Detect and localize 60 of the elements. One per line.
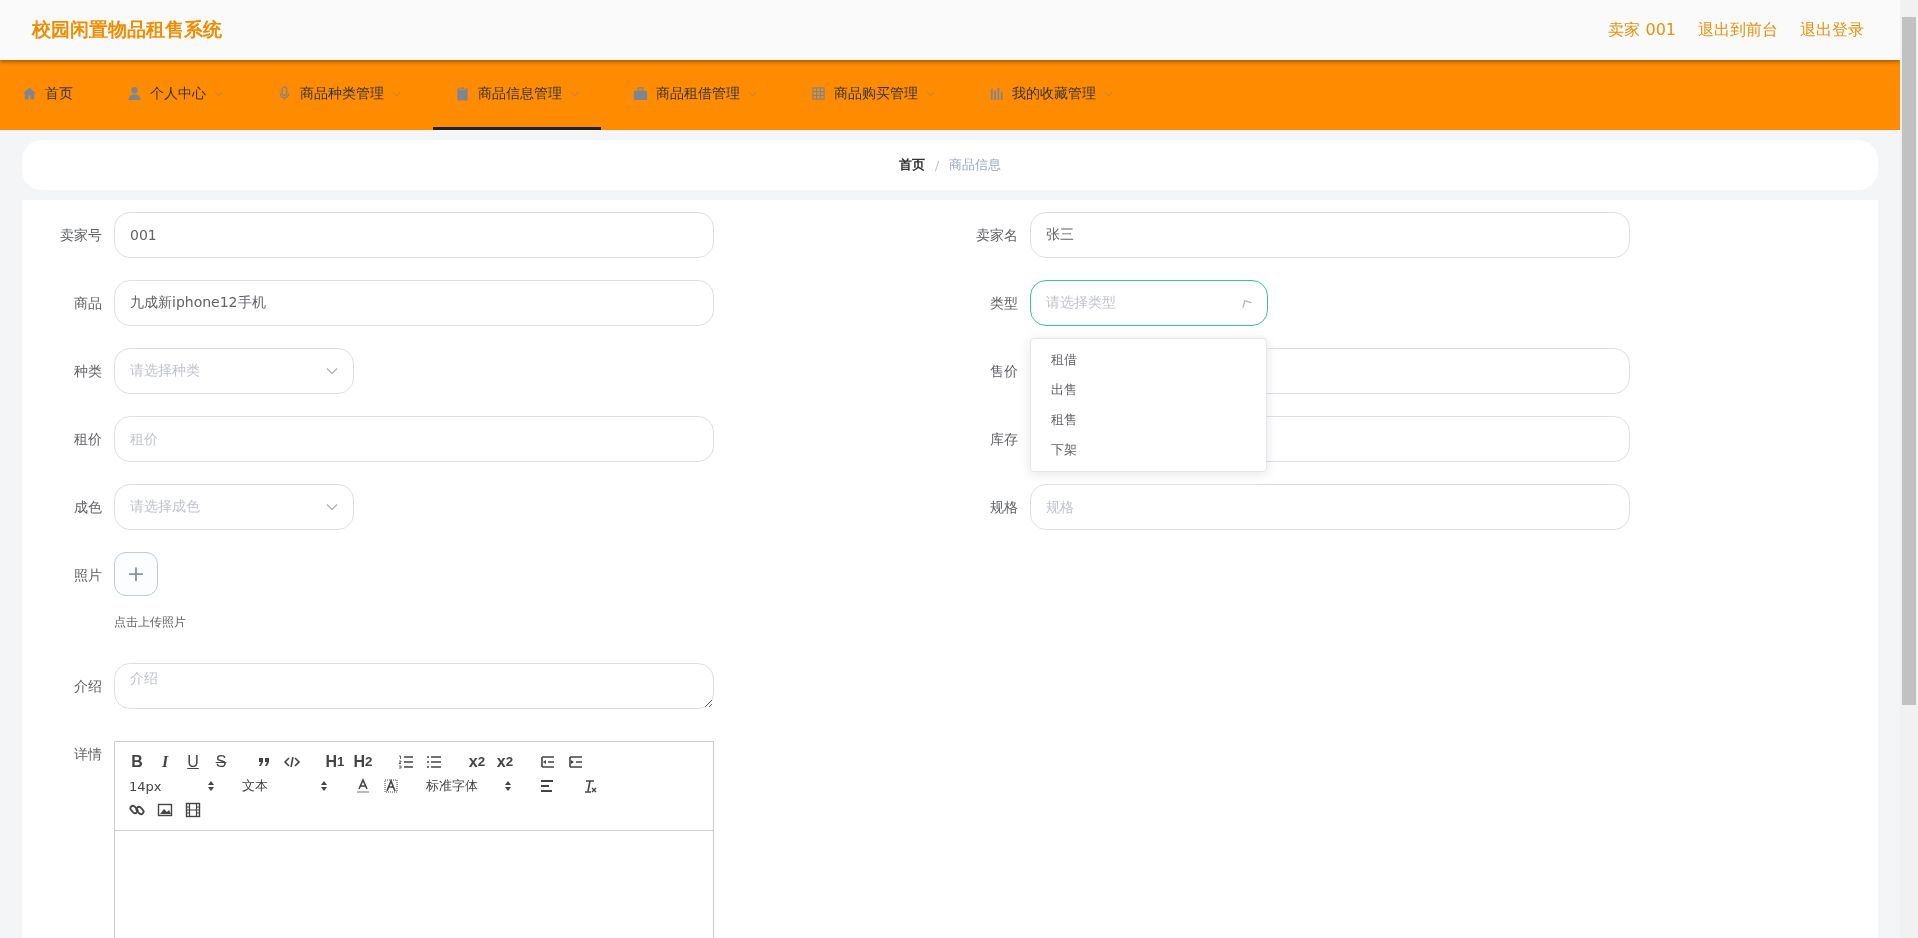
chevron-icon — [326, 503, 338, 511]
chevron-down-icon — [392, 90, 401, 97]
dropdown-option[interactable]: 租售 — [1031, 405, 1266, 435]
text-field[interactable]: 001 — [114, 212, 714, 258]
dropdown-option[interactable]: 出售 — [1031, 375, 1266, 405]
field-label: 售价 — [989, 362, 1019, 381]
microphone-icon — [277, 86, 292, 101]
text-field[interactable]: 规格 — [1030, 484, 1630, 530]
chevron-down-icon — [570, 90, 579, 97]
nav-menu-item[interactable]: 首页 — [20, 60, 95, 130]
field-label: 介绍 — [73, 677, 103, 696]
nav-menu-item[interactable]: 商品信息管理 — [433, 60, 601, 130]
site-title: 校园闲置物品租售系统 — [32, 17, 222, 42]
chevron-down-icon — [748, 90, 757, 97]
up-down-arrows-icon — [504, 780, 512, 792]
field-label: 卖家号 — [59, 226, 103, 245]
chevron-icon — [326, 367, 338, 375]
field-label: 成色 — [73, 498, 103, 517]
text-field[interactable]: 张三 — [1030, 212, 1630, 258]
nav-menu-item[interactable]: 商品租借管理 — [631, 60, 779, 130]
breadcrumb-separator: / — [934, 157, 940, 173]
grid-icon — [811, 86, 826, 101]
dropdown-option[interactable]: 下架 — [1031, 435, 1266, 465]
nav-menu-item[interactable]: 商品种类管理 — [275, 60, 423, 130]
up-down-arrows-icon — [320, 780, 328, 792]
breadcrumb-item: 商品信息 — [949, 156, 1002, 174]
field-label: 照片 — [73, 566, 103, 585]
format-button[interactable]: I — [151, 750, 179, 774]
clipboard-icon — [455, 86, 470, 101]
format-button[interactable]: S — [207, 750, 235, 774]
dropdown-picker[interactable]: 标准字体 — [420, 774, 518, 798]
chevron-down-icon — [926, 90, 935, 97]
up-down-arrows-icon — [207, 780, 215, 792]
upload-hint: 点击上传照片 — [114, 614, 186, 631]
field-label: 详情 — [73, 745, 103, 764]
field-label: 类型 — [989, 294, 1019, 313]
chevron-down-icon — [1104, 90, 1113, 97]
nav-menu-item[interactable]: 个人中心 — [125, 60, 245, 130]
format-button[interactable]: U — [179, 750, 207, 774]
briefcase-icon — [633, 86, 648, 101]
field-label: 种类 — [73, 362, 103, 381]
nav-menu-item[interactable]: 我的收藏管理 — [987, 60, 1135, 130]
text-field[interactable]: 租价 — [114, 416, 714, 462]
person-icon — [127, 86, 142, 101]
breadcrumb-item[interactable]: 首页 — [898, 156, 925, 174]
home-icon — [22, 86, 37, 101]
field-label: 库存 — [989, 430, 1019, 449]
chevron-down-icon — [214, 90, 223, 97]
format-button[interactable]: B — [123, 750, 151, 774]
field-label: 租价 — [73, 430, 103, 449]
field-label: 商品 — [73, 294, 103, 313]
text-field[interactable]: 九成新iphone12手机 — [114, 280, 714, 326]
dropdown-picker[interactable]: 文本 — [236, 774, 334, 798]
bar-chart-icon — [989, 86, 1004, 101]
dropdown-option[interactable]: 租借 — [1031, 345, 1266, 375]
text-area[interactable]: 介绍 — [114, 663, 714, 709]
field-label: 规格 — [989, 498, 1019, 517]
field-label: 卖家名 — [975, 226, 1019, 245]
dropdown-picker[interactable]: 14px — [123, 774, 221, 798]
nav-menu-item[interactable]: 商品购买管理 — [809, 60, 957, 130]
